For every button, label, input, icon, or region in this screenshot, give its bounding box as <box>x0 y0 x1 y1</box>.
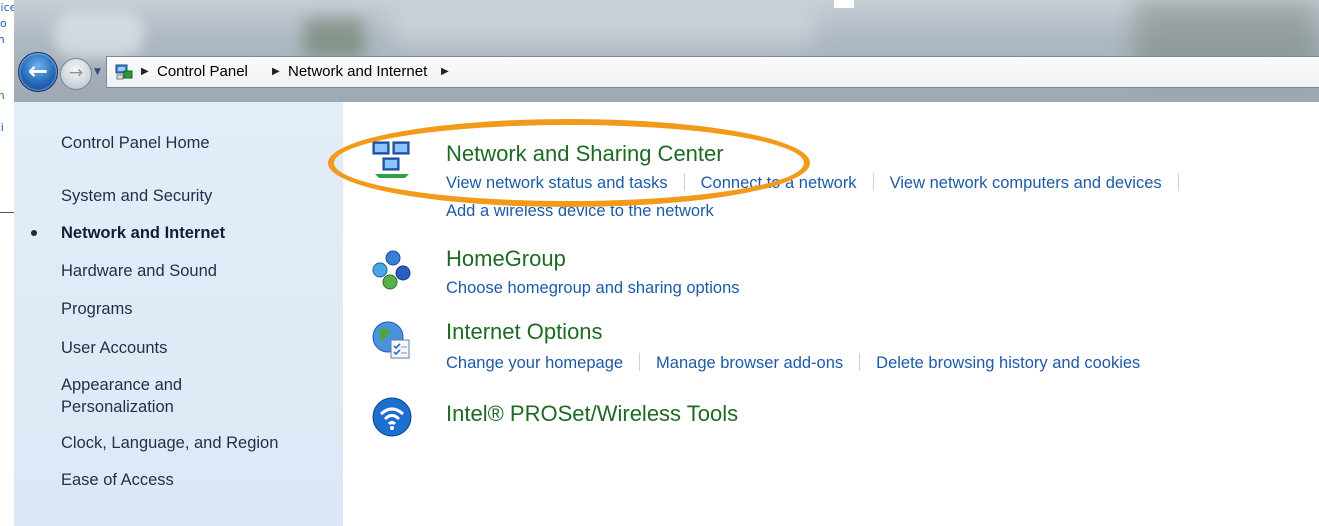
chevron-down-icon: ▼ <box>94 67 101 77</box>
control-panel-window: ← → ▼ ▶ Control Panel ▶ Network and Inte… <box>14 0 1319 526</box>
change-homepage-link[interactable]: Change your homepage <box>446 354 623 372</box>
connect-network-link[interactable]: Connect to a network <box>701 174 857 192</box>
background-text: m <box>0 88 14 104</box>
navigation-bar: ← → ▼ ▶ Control Panel ▶ Network and Inte… <box>14 52 1319 94</box>
intel-proset-link[interactable]: Intel® PROSet/Wireless Tools <box>446 400 738 428</box>
main-content: Network and Sharing Center View network … <box>343 102 1319 526</box>
sidebar: Control Panel Home System and Security N… <box>14 102 343 526</box>
wireless-tools-icon[interactable] <box>371 396 413 438</box>
sidebar-item-system-security[interactable]: System and Security <box>61 185 212 207</box>
manage-addons-link[interactable]: Manage browser add-ons <box>656 354 843 372</box>
sidebar-item-label: Appearance and <box>61 376 183 394</box>
window-titlebar: ← → ▼ ▶ Control Panel ▶ Network and Inte… <box>14 0 1319 102</box>
link-separator <box>683 173 685 191</box>
background-text: m <box>0 32 14 48</box>
choose-homegroup-link[interactable]: Choose homegroup and sharing options <box>446 277 740 299</box>
internet-options-icon[interactable] <box>371 320 413 362</box>
link-separator <box>859 353 861 371</box>
view-network-computers-link[interactable]: View network computers and devices <box>890 174 1162 192</box>
sidebar-item-ease-of-access[interactable]: Ease of Access <box>61 469 174 491</box>
breadcrumb-arrow-icon[interactable]: ▶ <box>441 57 449 87</box>
internet-options-tasks: Change your homepage Manage browser add-o… <box>446 352 1140 374</box>
delete-history-link[interactable]: Delete browsing history and cookies <box>876 354 1140 372</box>
divider <box>0 212 14 213</box>
active-bullet <box>31 230 37 236</box>
breadcrumb-arrow-icon[interactable]: ▶ <box>272 57 280 87</box>
sidebar-item-hardware-sound[interactable]: Hardware and Sound <box>61 260 217 282</box>
sidebar-item-appearance[interactable]: Appearance and Personalization <box>61 374 182 418</box>
homegroup-icon[interactable] <box>371 248 413 290</box>
network-sharing-center-link[interactable]: Network and Sharing Center <box>446 140 724 168</box>
forward-arrow-icon: → <box>68 63 84 83</box>
sidebar-item-programs[interactable]: Programs <box>61 298 133 320</box>
sidebar-item-clock-language-region[interactable]: Clock, Language, and Region <box>61 432 278 454</box>
background-text: co <box>0 17 7 30</box>
sidebar-item-user-accounts[interactable]: User Accounts <box>61 337 167 359</box>
add-wireless-device-link[interactable]: Add a wireless device to the network <box>446 200 714 222</box>
back-arrow-icon: ← <box>27 57 49 85</box>
homegroup-link[interactable]: HomeGroup <box>446 245 566 273</box>
back-button[interactable]: ← <box>18 52 58 92</box>
background-text: ai <box>0 121 4 134</box>
link-separator <box>872 173 874 191</box>
control-panel-icon <box>115 64 133 80</box>
background-text: vice <box>0 1 14 14</box>
breadcrumb-network-internet[interactable]: Network and Internet <box>288 57 427 87</box>
recent-pages-dropdown[interactable]: ▼ <box>94 65 104 79</box>
background-window: vice co m m a ai <box>0 0 15 526</box>
breadcrumb-arrow-icon[interactable]: ▶ <box>141 57 149 87</box>
sidebar-item-label: Personalization <box>61 398 174 416</box>
forward-button[interactable]: → <box>60 58 92 90</box>
network-sharing-icon[interactable] <box>371 138 413 180</box>
address-bar[interactable]: ▶ Control Panel ▶ Network and Internet ▶ <box>106 56 1319 88</box>
background-text: a <box>0 104 14 120</box>
view-network-status-link[interactable]: View network status and tasks <box>446 174 668 192</box>
link-separator <box>639 353 641 371</box>
internet-options-link[interactable]: Internet Options <box>446 318 603 346</box>
sidebar-item-network-internet: Network and Internet <box>61 224 226 242</box>
sidebar-item-control-panel-home[interactable]: Control Panel Home <box>61 132 210 154</box>
breadcrumb-control-panel[interactable]: Control Panel <box>157 57 248 87</box>
link-separator <box>1177 173 1179 191</box>
network-sharing-tasks: View network status and tasks Connect to … <box>446 172 1195 194</box>
